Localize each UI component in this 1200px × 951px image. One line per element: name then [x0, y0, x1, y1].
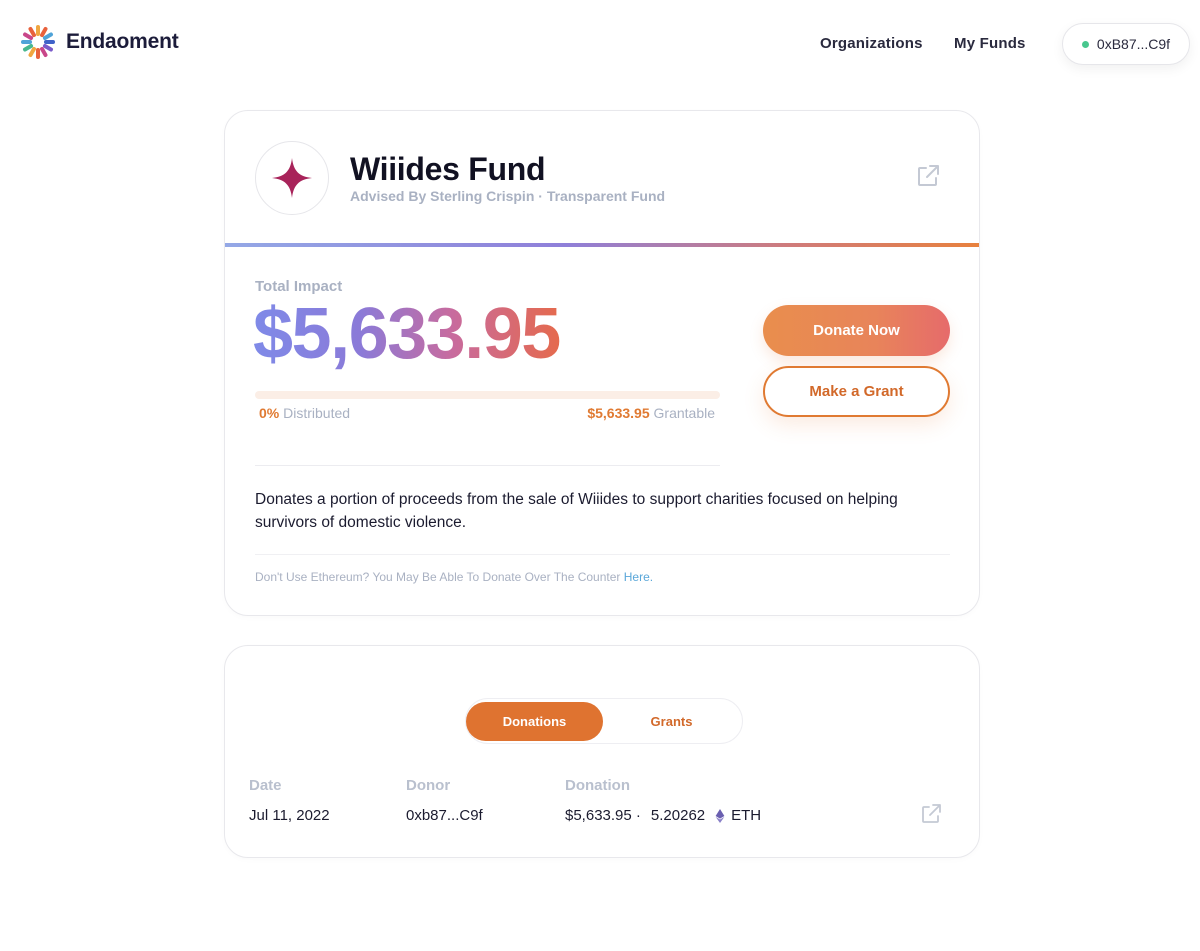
endaoment-logo-icon	[21, 25, 55, 59]
otc-footnote-text: Don't Use Ethereum? You May Be Able To D…	[255, 570, 624, 584]
donation-usd: $5,633.95 ·	[565, 807, 641, 824]
top-header: Endaoment Organizations My Funds 0xB87..…	[0, 0, 1200, 90]
header-gradient-divider	[225, 243, 979, 247]
sparkle-icon	[272, 158, 312, 198]
transactions-card: Donations Grants Date Donor Donation Jul…	[224, 645, 980, 858]
external-link-icon[interactable]	[920, 803, 942, 825]
ethereum-icon	[715, 808, 725, 823]
row-date: Jul 11, 2022	[249, 807, 330, 824]
wallet-address: 0xB87...C9f	[1096, 36, 1171, 52]
distributed-percent: 0%	[259, 405, 280, 421]
row-donor: 0xb87...C9f	[406, 807, 483, 824]
wallet-button[interactable]: 0xB87...C9f	[1062, 23, 1190, 65]
donate-now-button[interactable]: Donate Now	[763, 305, 950, 356]
distribution-progress-bar	[255, 391, 720, 399]
donation-token: ETH	[731, 807, 762, 824]
distributed-label: Distributed	[283, 405, 351, 421]
otc-here-link[interactable]: Here.	[624, 570, 653, 584]
external-link-icon[interactable]	[915, 163, 941, 189]
fund-title: Wiiides Fund	[350, 151, 546, 187]
brand-name: Endaoment	[66, 30, 179, 53]
column-header-date: Date	[249, 777, 282, 794]
fund-card: Wiiides Fund Advised By Sterling Crispin…	[224, 110, 980, 616]
distributed-stat: 0% Distributed	[259, 405, 350, 421]
wallet-status-dot	[1081, 40, 1089, 48]
column-header-donation: Donation	[565, 777, 630, 794]
otc-footnote: Don't Use Ethereum? You May Be Able To D…	[255, 570, 653, 584]
tab-grants[interactable]: Grants	[603, 702, 740, 741]
fund-avatar	[255, 141, 329, 215]
column-header-donor: Donor	[406, 777, 451, 794]
fund-subtitle: Advised By Sterling Crispin · Transparen…	[350, 188, 666, 204]
row-donation: $5,633.95 · 5.20262 ETH	[565, 807, 761, 824]
tab-donations[interactable]: Donations	[466, 702, 603, 741]
total-impact-value: $5,633.95	[253, 291, 561, 377]
grantable-label: Grantable	[653, 405, 715, 421]
fund-description: Donates a portion of proceeds from the s…	[255, 491, 898, 531]
brand-logo[interactable]: Endaoment	[20, 24, 179, 60]
nav-my-funds[interactable]: My Funds	[954, 35, 1026, 52]
make-grant-button[interactable]: Make a Grant	[763, 366, 950, 417]
divider	[255, 554, 950, 555]
grantable-value: $5,633.95	[587, 405, 650, 421]
divider	[255, 465, 720, 466]
donation-amount: 5.20262	[650, 807, 706, 824]
transactions-tabs: Donations Grants	[465, 698, 743, 744]
nav-organizations[interactable]: Organizations	[820, 35, 923, 52]
grantable-stat: $5,633.95 Grantable	[587, 405, 715, 421]
